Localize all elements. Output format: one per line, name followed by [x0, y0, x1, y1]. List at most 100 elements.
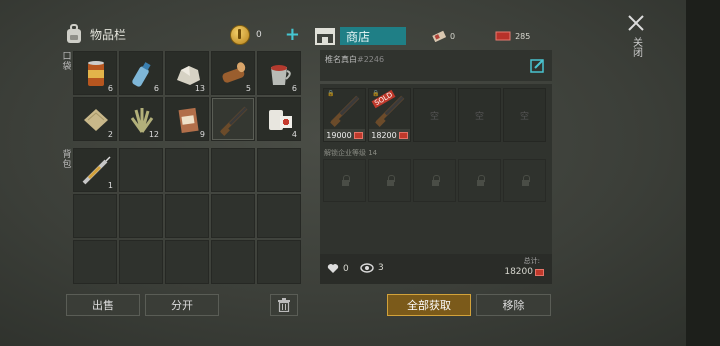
inventory-slot-empty[interactable]	[211, 240, 255, 284]
inventory-slot-plant-fiber[interactable]: 12	[119, 97, 163, 141]
right-edge-bar	[686, 0, 720, 346]
seller-id: #2246	[357, 55, 385, 64]
shop-slot-row: 🔒 19000 🔒 SOLD 18200 空 空 空	[323, 88, 546, 142]
inventory-slot-empty[interactable]	[165, 240, 209, 284]
item-count: 13	[194, 84, 205, 93]
edit-icon[interactable]	[530, 58, 545, 73]
shop-title: 商店	[340, 27, 406, 45]
shop-header: 商店 0 285	[314, 26, 552, 46]
inventory-slot-empty[interactable]	[257, 240, 301, 284]
item-count: 4	[291, 130, 297, 139]
remove-button[interactable]: 移除	[476, 294, 551, 316]
inventory-slot-empty[interactable]	[73, 194, 117, 238]
likes-count: 0	[343, 263, 349, 274]
locked-slot-row	[323, 159, 546, 202]
item-count: 1	[107, 181, 113, 190]
unlock-text: 解锁企业等级 14	[324, 149, 378, 157]
empty-slot-label: 空	[429, 112, 439, 122]
locked-shop-slot	[368, 159, 411, 202]
ticket-small-icon	[353, 131, 363, 139]
ticket-a-counter: 0	[432, 30, 455, 42]
add-coins-button[interactable]: +	[285, 26, 300, 44]
shotgun-icon	[330, 95, 360, 127]
close-label: 关闭	[630, 37, 642, 57]
backpack-grid: 1	[73, 148, 301, 284]
gold-coin-icon	[230, 25, 250, 45]
shop-panel: 🔒 19000 🔒 SOLD 18200 空 空 空 解锁企业等级 14 0 3 总计: 18…	[320, 84, 552, 284]
trash-button[interactable]	[270, 294, 298, 316]
total-value: 18200	[504, 267, 533, 277]
coin-amount: 0	[256, 30, 262, 40]
price-value: 19000	[326, 130, 352, 140]
shop-slot-4[interactable]: 空	[458, 88, 501, 142]
price-value: 18200	[371, 130, 397, 140]
inventory-slot-empty[interactable]	[165, 194, 209, 238]
empty-slot-label: 空	[519, 112, 529, 122]
views-count: 3	[378, 263, 384, 273]
item-count: 5	[245, 84, 251, 93]
inventory-slot-snack-bag[interactable]: 9	[165, 97, 209, 141]
shop-slot-2[interactable]: 🔒 SOLD 18200	[368, 88, 411, 142]
inventory-slot-bandage[interactable]: 4	[257, 97, 301, 141]
inventory-slot-empty[interactable]	[257, 148, 301, 192]
coin-counter: 0 +	[230, 25, 300, 45]
inventory-slot-syringe[interactable]: 1	[73, 148, 117, 192]
lock-icon-body	[387, 180, 394, 186]
lock-icon-body	[522, 180, 529, 186]
seller-bar: 椎名真白#2246	[320, 50, 552, 81]
inventory-slot-canned-food[interactable]: 6	[73, 51, 117, 95]
heart-icon[interactable]	[327, 263, 339, 274]
inventory-slot-empty[interactable]	[211, 194, 255, 238]
close-icon[interactable]	[627, 14, 645, 32]
inventory-slot-cloth[interactable]: 2	[73, 97, 117, 141]
seller-name: 椎名真白	[325, 55, 357, 64]
backpack-icon	[67, 24, 81, 43]
ticket-b-counter: 285	[495, 30, 530, 42]
views: 3	[360, 263, 384, 273]
inventory-slot-empty[interactable]	[257, 194, 301, 238]
lock-icon-body	[432, 180, 439, 186]
shop-slot-3[interactable]: 空	[413, 88, 456, 142]
ticket-a-amount: 0	[450, 31, 456, 41]
locked-shop-slot	[458, 159, 501, 202]
empty-slot-label: 空	[474, 112, 484, 122]
ticket-small-icon	[398, 131, 408, 139]
inventory-title: 物品栏	[90, 27, 127, 42]
inventory-slot-empty[interactable]	[211, 148, 255, 192]
close-button[interactable]: 关闭	[624, 14, 648, 57]
inventory-slot-empty[interactable]	[165, 148, 209, 192]
locked-shop-slot	[413, 159, 456, 202]
eye-icon	[360, 263, 374, 273]
total-amount: 18200	[504, 267, 544, 277]
collect-all-button[interactable]: 全部获取	[387, 294, 471, 316]
item-count: 6	[291, 84, 297, 93]
pocket-grid: 6 6 13 5 6 2 12 9 4	[73, 51, 301, 141]
ticket-icon	[495, 31, 511, 41]
inventory-slot-log[interactable]: 5	[211, 51, 255, 95]
sell-button[interactable]: 出售	[66, 294, 140, 316]
inventory-slot-empty[interactable]	[73, 240, 117, 284]
locked-shop-slot	[323, 159, 366, 202]
lock-icon-body	[342, 180, 349, 186]
ticket-b-amount: 285	[515, 31, 531, 41]
shop-icon	[315, 28, 335, 45]
inventory-slot-empty[interactable]	[119, 148, 163, 192]
price-tag: 18200	[369, 129, 410, 141]
item-count: 6	[107, 84, 113, 93]
shotgun-icon	[220, 106, 248, 136]
inventory-slot-stone[interactable]: 13	[165, 51, 209, 95]
shop-slot-5[interactable]: 空	[503, 88, 546, 142]
split-button[interactable]: 分开	[145, 294, 219, 316]
backpack-label: 背包	[62, 150, 72, 170]
inventory-slot-cup[interactable]: 6	[257, 51, 301, 95]
inventory-slot-water-bottle[interactable]: 6	[119, 51, 163, 95]
inventory-slot-empty[interactable]	[119, 194, 163, 238]
total-label: 总计:	[523, 257, 540, 265]
shop-slot-1[interactable]: 🔒 19000	[323, 88, 366, 142]
locked-shop-slot	[503, 159, 546, 202]
trash-icon	[278, 298, 290, 312]
inventory-slot-empty[interactable]	[119, 240, 163, 284]
inventory-slot-shotgun[interactable]	[211, 97, 255, 141]
item-count: 6	[153, 84, 159, 93]
item-count: 12	[148, 130, 159, 139]
